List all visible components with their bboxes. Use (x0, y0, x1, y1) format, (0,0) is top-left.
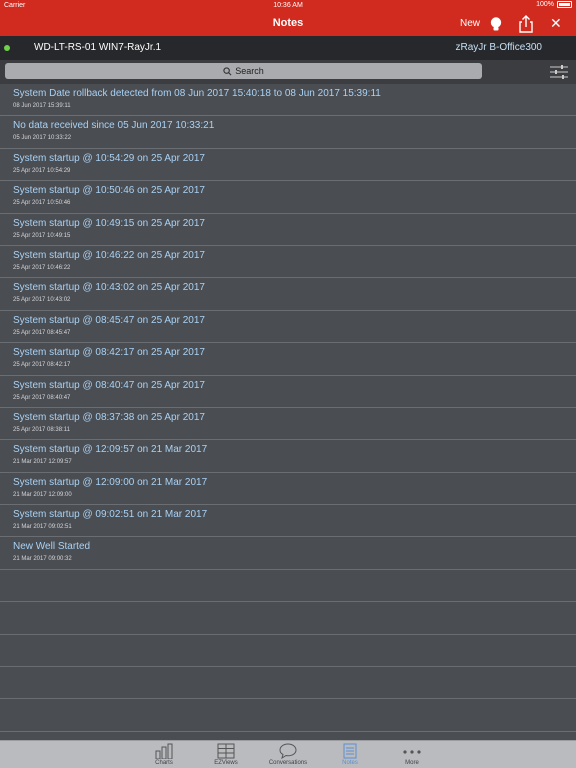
note-title: System startup @ 08:42:17 on 25 Apr 2017 (13, 347, 205, 359)
note-date: 05 Jun 2017 10:33:22 (13, 135, 72, 142)
tab-charts[interactable]: Charts (134, 743, 194, 766)
note-title: System startup @ 08:45:47 on 25 Apr 2017 (13, 314, 205, 326)
note-date: 25 Apr 2017 10:50:46 (13, 200, 71, 207)
note-title: System startup @ 12:09:57 on 21 Mar 2017 (13, 444, 208, 456)
note-title: System startup @ 08:40:47 on 25 Apr 2017 (13, 379, 205, 391)
tab-label: Charts (155, 760, 173, 766)
search-input[interactable]: Search (5, 63, 482, 79)
empty-list-row (0, 667, 576, 700)
note-date: 21 Mar 2017 09:02:51 (13, 524, 72, 531)
note-date: 25 Apr 2017 08:45:47 (13, 329, 71, 336)
list-item[interactable]: System startup @ 10:50:46 on 25 Apr 2017… (0, 181, 576, 214)
note-title: System startup @ 10:46:22 on 25 Apr 2017 (13, 249, 205, 261)
nav-bar: Notes New ✕ (0, 12, 576, 36)
share-icon[interactable] (518, 15, 534, 33)
note-title: No data received since 05 Jun 2017 10:33… (13, 120, 215, 132)
search-icon (223, 66, 232, 75)
status-bar: Carrier 10:36 AM 100% (0, 0, 576, 12)
filter-sliders-icon[interactable] (550, 64, 568, 80)
note-title: System Date rollback detected from 08 Ju… (13, 88, 381, 99)
notes-icon (343, 743, 357, 759)
status-time: 10:36 AM (273, 2, 303, 9)
empty-list-row (0, 635, 576, 668)
battery-indicator: 100% (536, 1, 572, 8)
note-title: New Well Started (13, 541, 91, 553)
list-item[interactable]: System startup @ 08:37:38 on 25 Apr 2017… (0, 408, 576, 441)
note-date: 21 Mar 2017 12:09:57 (13, 459, 72, 466)
note-date: 21 Mar 2017 09:00:32 (13, 556, 72, 563)
grid-icon (217, 743, 235, 759)
list-item[interactable]: New Well Started 21 Mar 2017 09:00:32 (0, 537, 576, 570)
new-note-button[interactable]: New (460, 18, 480, 29)
note-title: System startup @ 09:02:51 on 21 Mar 2017 (13, 509, 208, 521)
note-title: System startup @ 08:37:38 on 25 Apr 2017 (13, 411, 205, 423)
empty-list-row (0, 570, 576, 603)
note-title: System startup @ 12:09:00 on 21 Mar 2017 (13, 476, 208, 488)
tab-conversations[interactable]: Conversations (258, 743, 318, 766)
lightbulb-icon[interactable] (488, 16, 504, 32)
list-item[interactable]: System startup @ 10:54:29 on 25 Apr 2017… (0, 149, 576, 182)
close-icon[interactable]: ✕ (550, 15, 562, 31)
note-title: System startup @ 10:54:29 on 25 Apr 2017 (13, 152, 205, 164)
battery-percent: 100% (536, 1, 554, 8)
list-item[interactable]: System startup @ 10:46:22 on 25 Apr 2017… (0, 246, 576, 279)
note-title: System startup @ 10:49:15 on 25 Apr 2017 (13, 217, 205, 229)
search-placeholder: Search (235, 66, 264, 76)
list-item[interactable]: System startup @ 12:09:57 on 21 Mar 2017… (0, 440, 576, 473)
list-item[interactable]: System startup @ 09:02:51 on 21 Mar 2017… (0, 505, 576, 538)
device-name[interactable]: WD-LT-RS-01 WIN7-RayJr.1 (34, 42, 161, 53)
list-item[interactable]: System startup @ 08:42:17 on 25 Apr 2017… (0, 343, 576, 376)
note-title: System startup @ 10:43:02 on 25 Apr 2017 (13, 282, 205, 294)
list-item[interactable]: System startup @ 12:09:00 on 21 Mar 2017… (0, 473, 576, 506)
tab-label: EZViews (214, 760, 238, 766)
search-bar: Search (0, 60, 576, 84)
list-item[interactable]: System Date rollback detected from 08 Ju… (0, 84, 576, 117)
more-dots-icon (403, 750, 421, 754)
list-item[interactable]: No data received since 05 Jun 2017 10:33… (0, 116, 576, 149)
connection-status-dot (4, 45, 10, 51)
note-date: 25 Apr 2017 10:54:29 (13, 167, 71, 174)
tab-label: More (405, 760, 419, 766)
tab-more[interactable]: More (382, 743, 442, 766)
list-item[interactable]: System startup @ 10:49:15 on 25 Apr 2017… (0, 214, 576, 246)
note-date: 25 Apr 2017 08:38:11 (13, 426, 70, 433)
list-item[interactable]: System startup @ 08:40:47 on 25 Apr 2017… (0, 376, 576, 408)
bar-chart-icon (155, 743, 173, 759)
tab-notes[interactable]: Notes (320, 743, 380, 766)
note-date: 08 Jun 2017 15:39:11 (13, 103, 71, 109)
list-item[interactable]: System startup @ 08:45:47 on 25 Apr 2017… (0, 311, 576, 344)
notes-list: System Date rollback detected from 08 Ju… (0, 84, 576, 740)
empty-list-row (0, 602, 576, 635)
tab-label: Conversations (268, 760, 308, 766)
note-date: 25 Apr 2017 08:40:47 (13, 394, 71, 401)
account-name[interactable]: zRayJr B-Office300 (455, 42, 542, 53)
tab-bar: Charts EZViews Conversations Notes More (0, 740, 576, 768)
device-bar: WD-LT-RS-01 WIN7-RayJr.1 zRayJr B-Office… (0, 36, 576, 60)
note-date: 25 Apr 2017 10:49:15 (13, 232, 71, 239)
battery-icon (557, 1, 572, 8)
note-title: System startup @ 10:50:46 on 25 Apr 2017 (13, 185, 205, 197)
chat-bubble-icon (279, 743, 297, 759)
note-date: 21 Mar 2017 12:09:00 (13, 491, 72, 498)
note-date: 25 Apr 2017 10:43:02 (13, 297, 71, 304)
tab-label: Notes (342, 760, 358, 766)
empty-list-row (0, 699, 576, 732)
note-date: 25 Apr 2017 10:46:22 (13, 264, 71, 271)
note-date: 25 Apr 2017 08:42:17 (13, 362, 71, 369)
list-item[interactable]: System startup @ 10:43:02 on 25 Apr 2017… (0, 278, 576, 311)
tab-ezviews[interactable]: EZViews (196, 743, 256, 766)
